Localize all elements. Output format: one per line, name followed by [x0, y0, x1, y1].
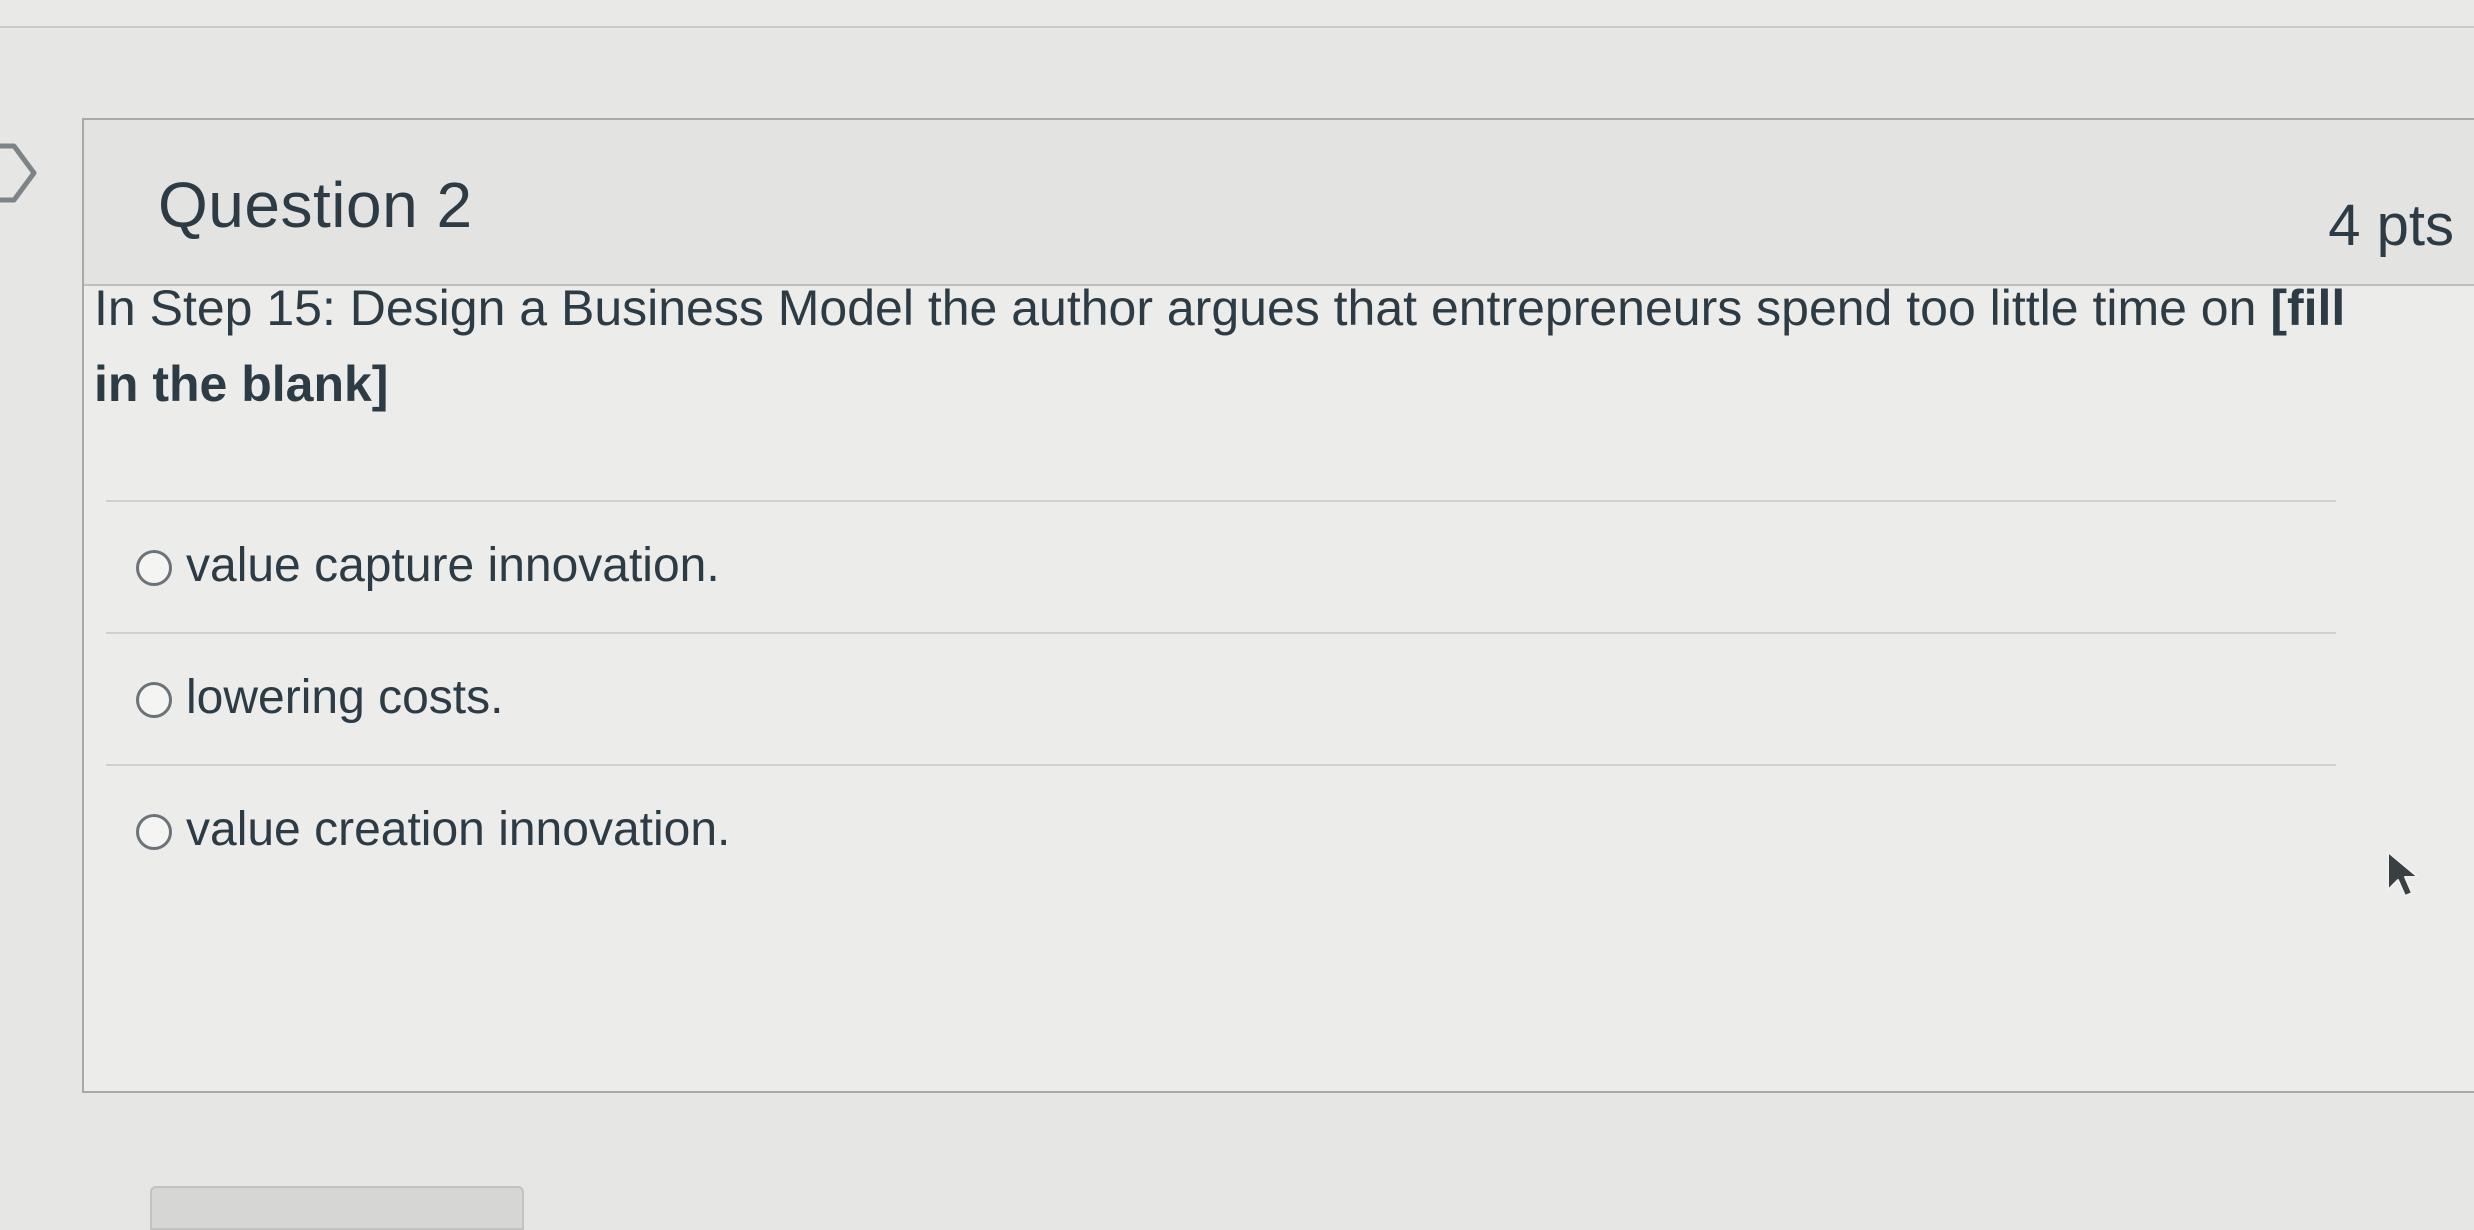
radio-button[interactable] — [136, 682, 172, 718]
answer-label[interactable]: value capture innovation. — [186, 538, 720, 593]
answer-label[interactable]: value creation innovation. — [186, 802, 730, 857]
radio-button[interactable] — [136, 550, 172, 586]
question-header: Question 2 4 pts — [84, 120, 2474, 286]
question-points: 4 pts — [2328, 193, 2454, 258]
question-flag-icon[interactable] — [0, 134, 48, 212]
footer-tab — [150, 1186, 524, 1230]
radio-button[interactable] — [136, 814, 172, 850]
answer-list: value capture innovation. lowering costs… — [106, 500, 2336, 896]
answer-option[interactable]: lowering costs. — [106, 634, 2336, 766]
question-title: Question 2 — [158, 169, 473, 241]
mouse-cursor-icon — [2387, 851, 2419, 897]
top-divider — [0, 0, 2474, 28]
answer-option[interactable]: value creation innovation. — [106, 766, 2336, 896]
question-stem: In Step 15: Design a Business Model the … — [94, 280, 2271, 336]
answer-label[interactable]: lowering costs. — [186, 670, 503, 725]
question-text: In Step 15: Design a Business Model the … — [94, 270, 2384, 422]
answer-option[interactable]: value capture innovation. — [106, 502, 2336, 634]
